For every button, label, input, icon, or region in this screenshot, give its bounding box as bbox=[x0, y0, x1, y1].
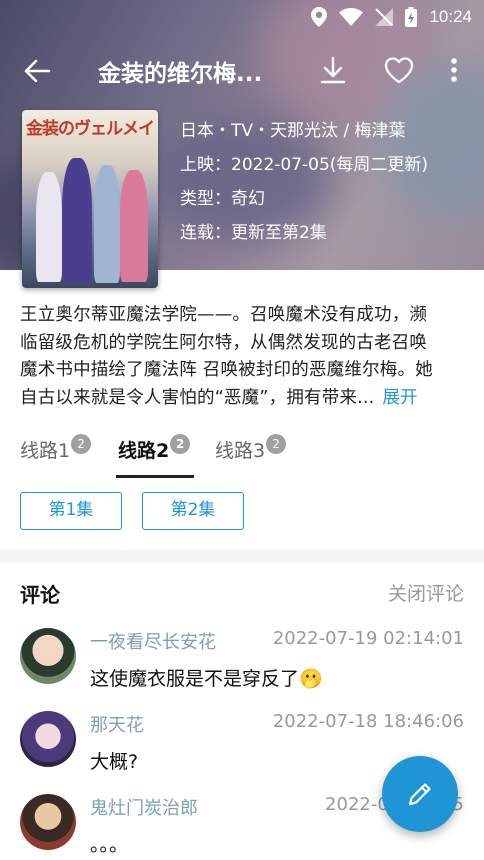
edit-pencil-icon bbox=[408, 783, 431, 806]
app-bar: 金装的维尔梅... bbox=[0, 46, 484, 94]
comment-username[interactable]: 鬼灶门炭治郎 bbox=[90, 794, 198, 820]
tab-label: 线路1 bbox=[20, 440, 71, 462]
premiere-row: 上映：2022-07-05(每周二更新) bbox=[180, 150, 428, 175]
comment-text: 。。。 bbox=[90, 834, 129, 856]
page-title: 金装的维尔梅... bbox=[98, 61, 263, 87]
tab-badge: 2 bbox=[170, 434, 191, 454]
avatar[interactable] bbox=[20, 628, 76, 684]
avatar[interactable] bbox=[20, 794, 76, 850]
status-row: 连载：更新至第2集 bbox=[180, 218, 327, 243]
battery-charging-icon bbox=[405, 7, 418, 27]
no-signal-icon bbox=[375, 8, 394, 26]
heart-outline-icon[interactable] bbox=[383, 55, 415, 85]
comment-text: 大概? bbox=[90, 751, 139, 773]
comment-username[interactable]: 一夜看尽长安花 bbox=[90, 628, 216, 654]
genre-row: 类型：奇幻 bbox=[180, 184, 265, 209]
more-vert-icon[interactable] bbox=[444, 55, 464, 85]
poster-title: 金装のヴェルメイユ bbox=[26, 119, 154, 139]
episode-2-button[interactable]: 第2集 bbox=[142, 492, 244, 530]
comment-username[interactable]: 那天花 bbox=[90, 711, 144, 737]
avatar[interactable] bbox=[20, 711, 76, 767]
premiere-label: 上映： bbox=[180, 155, 231, 175]
expand-link[interactable]: 展开 bbox=[382, 388, 417, 408]
status-value: 更新至第2集 bbox=[231, 223, 327, 243]
meta-line: 日本・TV・天那光汰 / 梅津葉 bbox=[180, 121, 406, 141]
comment-text: 这使魔衣服是不是穿反了🫢 bbox=[90, 668, 323, 690]
comment-timestamp: 2022-07-18 18:46:06 bbox=[272, 711, 464, 732]
tab-label: 线路3 bbox=[215, 440, 266, 462]
premiere-value: 2022-07-05(每周二更新) bbox=[231, 155, 429, 175]
tab-route-1[interactable]: 线路1 2 bbox=[20, 434, 92, 463]
close-comments-button[interactable]: 关闭评论 bbox=[388, 579, 464, 606]
write-comment-button[interactable] bbox=[382, 756, 458, 832]
comments-title: 评论 bbox=[20, 583, 60, 607]
clock: 10:24 bbox=[429, 7, 472, 26]
synopsis-line: 魔术书中描绘了魔法阵 召唤被封印的恶魔维尔梅。她 bbox=[20, 360, 433, 380]
tab-badge: 2 bbox=[71, 434, 92, 454]
section-divider bbox=[0, 550, 484, 562]
wifi-icon bbox=[339, 8, 364, 26]
episode-1-button[interactable]: 第1集 bbox=[20, 492, 122, 530]
back-arrow-icon[interactable] bbox=[22, 56, 52, 86]
synopsis-line: 自古以来就是令人害怕的“恶魔”，拥有带来... bbox=[20, 387, 375, 408]
comment-timestamp: 2022-07-19 02:14:01 bbox=[272, 628, 464, 649]
synopsis: 王立奥尔蒂亚魔法学院——。召唤魔术没有成功，濒 临留级危机的学院生阿尔特，从偶然… bbox=[20, 302, 462, 412]
genre-value: 奇幻 bbox=[231, 189, 265, 209]
status-bar: 10:24 bbox=[0, 0, 484, 34]
synopsis-line: 王立奥尔蒂亚魔法学院——。召唤魔术没有成功，濒 bbox=[20, 305, 428, 325]
comment-item: 一夜看尽长安花 2022-07-19 02:14:01 这使魔衣服是不是穿反了🫢 bbox=[20, 628, 464, 712]
genre-label: 类型： bbox=[180, 189, 231, 209]
status-label: 连载： bbox=[180, 223, 231, 243]
download-icon[interactable] bbox=[318, 55, 348, 85]
poster-image: 金装のヴェルメイユ bbox=[22, 110, 158, 288]
location-icon bbox=[311, 7, 328, 27]
tab-route-3[interactable]: 线路3 2 bbox=[215, 434, 287, 463]
synopsis-line: 临留级危机的学院生阿尔特，从偶然发现的古老召唤 bbox=[20, 332, 428, 353]
tab-label: 线路2 bbox=[118, 440, 170, 462]
synopsis-last-line: 自古以来就是令人害怕的“恶魔”，拥有带来... 展开 bbox=[20, 385, 462, 413]
tab-route-2[interactable]: 线路2 2 bbox=[116, 434, 194, 478]
active-tab-indicator bbox=[116, 475, 194, 478]
tab-badge: 2 bbox=[266, 434, 287, 454]
